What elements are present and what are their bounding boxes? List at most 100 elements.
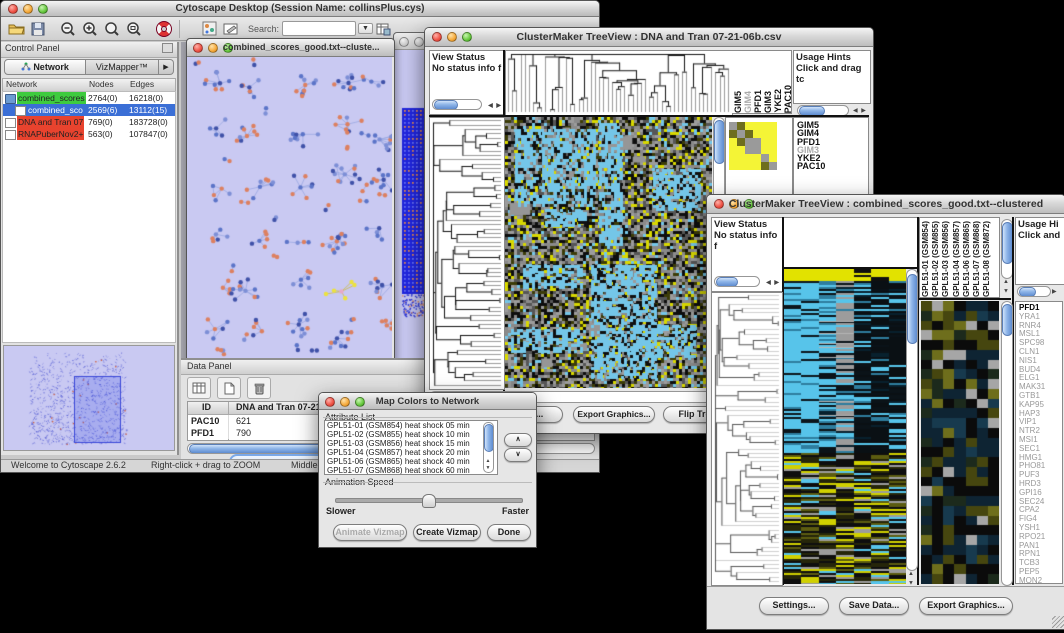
- zoom-out-icon[interactable]: [57, 19, 79, 39]
- slider-thumb[interactable]: [422, 494, 436, 508]
- zoom-fit-icon[interactable]: [123, 19, 145, 39]
- tv2-heatmap[interactable]: [784, 269, 906, 584]
- tv2-column-label: GPL51-04 (GSM857): [953, 221, 961, 297]
- move-up-button[interactable]: ∧: [504, 433, 532, 447]
- tv2-column-label: GPL51-02 (GSM855): [932, 221, 940, 297]
- network-edges: 16218(0): [129, 92, 163, 104]
- tv2-status-scroll-arrows-icon[interactable]: ◀ ▶: [766, 279, 780, 286]
- network-nodes: 2569(6): [88, 104, 117, 116]
- zoom-in-icon[interactable]: [79, 19, 101, 39]
- network-edges: 13112(15): [129, 104, 167, 116]
- tv1-column-tree[interactable]: [505, 50, 733, 116]
- tv1-status-hscrollbar[interactable]: [432, 99, 482, 110]
- cell-value: 790: [236, 427, 251, 439]
- minimize-icon[interactable]: [414, 37, 424, 47]
- tv2-hints-hscrollbar[interactable]: [1017, 286, 1051, 297]
- minimize-icon[interactable]: [208, 43, 218, 53]
- network-row[interactable]: combined_scores2764(0)16218(0): [3, 92, 175, 104]
- network-row[interactable]: combined_sco2569(6)13112(15): [3, 104, 175, 116]
- tv2-zoom-vscrollbar[interactable]: [1001, 301, 1013, 586]
- matrix-cell: [753, 154, 761, 162]
- search-input[interactable]: [282, 21, 356, 36]
- animate-vizmap-button[interactable]: Animate Vizmap: [333, 524, 407, 541]
- tv1-column-label: GIM5: [734, 91, 743, 113]
- matrix-row: [729, 122, 777, 130]
- network-row[interactable]: DNA and Tran 07769(0)183728(0): [3, 116, 175, 128]
- tv2-zoom-heatmap[interactable]: [921, 301, 999, 584]
- delete-attribute-icon[interactable]: [247, 377, 271, 399]
- attribute-listbox[interactable]: GPL51-01 (GSM854) heat shock 05 minGPL51…: [324, 420, 498, 475]
- matrix-cell: [761, 154, 769, 162]
- zoom-selected-icon[interactable]: [101, 19, 123, 39]
- matrix-cell: [745, 154, 753, 162]
- tv2-labels-scroll-arrows-icon[interactable]: ▲ ▼: [1003, 279, 1009, 296]
- tv1-row-tree[interactable]: [429, 117, 505, 390]
- attribute-item[interactable]: GPL51-06 (GSM865) heat shock 40 min: [325, 457, 497, 466]
- tv2-column-label: GPL51-03 (GSM856): [942, 221, 950, 297]
- matrix-cell: [737, 154, 745, 162]
- tv2-save-data-button[interactable]: Save Data...: [839, 597, 909, 615]
- tv1-heatmap[interactable]: [505, 117, 712, 388]
- matrix-cell: [729, 138, 737, 146]
- tv1-correlation-matrix[interactable]: [729, 122, 777, 170]
- import-table-icon[interactable]: [373, 19, 395, 39]
- matrix-cell: [745, 130, 753, 138]
- tv2-column-label: GPL51-07 (GSM868): [973, 221, 981, 297]
- matrix-row: [729, 138, 777, 146]
- tv1-hints-scroll-arrows-icon[interactable]: ◀ ▶: [853, 107, 867, 114]
- tv2-settings-button[interactable]: Settings...: [759, 597, 829, 615]
- desktop: Cytoscape Desktop (Session Name: collins…: [0, 0, 1064, 633]
- help-lifesaver-icon[interactable]: [153, 19, 175, 39]
- matrix-cell: [761, 162, 769, 170]
- birdseye-view[interactable]: [3, 345, 175, 451]
- matrix-cell: [729, 154, 737, 162]
- attribute-item[interactable]: GPL51-01 (GSM854) heat shock 05 min: [325, 421, 497, 430]
- attribute-select-icon[interactable]: [187, 377, 211, 399]
- annotation-icon[interactable]: [220, 19, 242, 39]
- tv2-status-hscrollbar[interactable]: [714, 276, 760, 287]
- matrix-cell: [729, 146, 737, 154]
- attribute-item[interactable]: GPL51-02 (GSM855) heat shock 10 min: [325, 430, 497, 439]
- tv2-hints-scroll-arrows-icon[interactable]: ▶: [1052, 288, 1058, 295]
- main-titlebar[interactable]: Cytoscape Desktop (Session Name: collins…: [1, 1, 599, 17]
- vizmap-icon[interactable]: [198, 19, 220, 39]
- matrix-cell: [745, 122, 753, 130]
- attribute-item[interactable]: GPL51-04 (GSM857) heat shock 20 min: [325, 448, 497, 457]
- float-panel-icon[interactable]: [162, 43, 173, 53]
- create-vizmap-button[interactable]: Create Vizmap: [413, 524, 481, 541]
- matrix-cell: [745, 146, 753, 154]
- network-canvas-1[interactable]: [187, 57, 392, 364]
- tab-overflow-icon[interactable]: ▶: [159, 59, 174, 75]
- tab-vizmapper[interactable]: VizMapper™: [86, 59, 159, 75]
- tv1-status-scroll-arrows-icon[interactable]: ◀ ▶: [488, 102, 502, 109]
- attribute-item[interactable]: GPL51-03 (GSM856) heat shock 15 min: [325, 439, 497, 448]
- tv2-gene-list[interactable]: PFD1YRA1RNR4MSL1SPC98CLN1NIS1BUD4ELG1MAK…: [1015, 301, 1063, 584]
- tv2-column-tree: [783, 217, 920, 269]
- tab-network[interactable]: Network: [4, 59, 86, 75]
- search-dropdown-icon[interactable]: ▼: [358, 23, 373, 34]
- network-edges: 107847(0): [129, 128, 168, 140]
- network-nodes: 563(0): [88, 128, 113, 140]
- matrix-row: [729, 146, 777, 154]
- resize-grip[interactable]: [1052, 616, 1064, 628]
- move-down-button[interactable]: ∨: [504, 448, 532, 462]
- tv2-usage-hints: Usage Hi Click and: [1015, 217, 1064, 285]
- attribute-list-vscrollbar[interactable]: ▲▼: [483, 422, 494, 473]
- save-icon[interactable]: [27, 19, 49, 39]
- tv1-export-graphics-button[interactable]: Export Graphics...: [573, 406, 655, 423]
- tv2-export-graphics-button[interactable]: Export Graphics...: [919, 597, 1013, 615]
- matrix-cell: [769, 162, 777, 170]
- tv2-column-label: GPL51-08 (GSM872): [983, 221, 991, 297]
- network-table-rows: combined_scores2764(0)16218(0)combined_s…: [2, 91, 176, 343]
- matrix-cell: [737, 146, 745, 154]
- done-button[interactable]: Done: [487, 524, 531, 541]
- network-row[interactable]: RNAPuberNov2+563(0)107847(0): [3, 128, 175, 140]
- tv2-row-tree[interactable]: [711, 292, 783, 586]
- new-attribute-icon[interactable]: [217, 377, 241, 399]
- close-icon[interactable]: [193, 43, 203, 53]
- open-file-icon[interactable]: [5, 19, 27, 39]
- attribute-item[interactable]: GPL51-07 (GSM868) heat shock 60 min: [325, 466, 497, 475]
- tv2-heatmap-vscrollbar[interactable]: [906, 269, 918, 571]
- animation-slider[interactable]: [335, 498, 523, 503]
- close-icon[interactable]: [399, 37, 409, 47]
